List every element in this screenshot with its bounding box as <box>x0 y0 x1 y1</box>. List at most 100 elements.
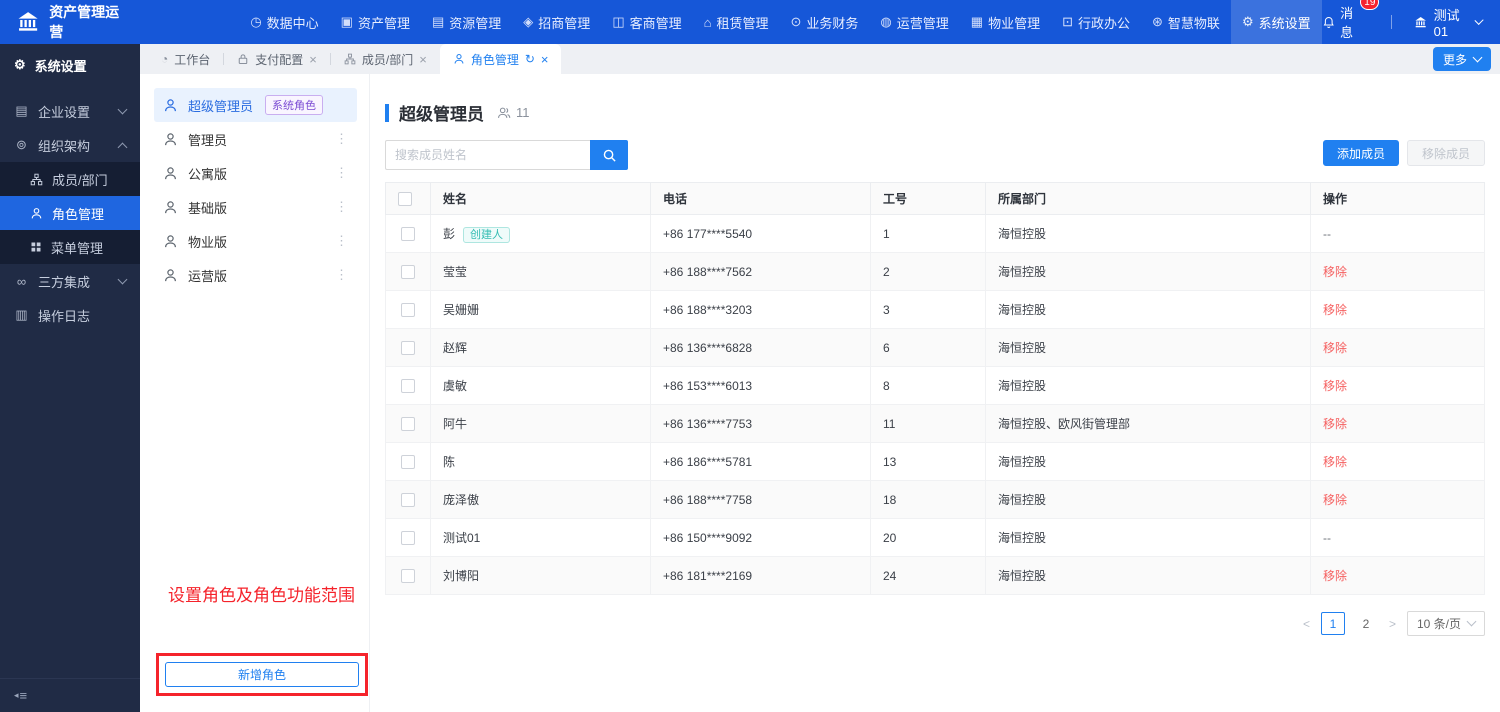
page-number-1[interactable]: 1 <box>1320 612 1345 635</box>
monitor-icon: ⊡ <box>1062 14 1073 29</box>
navbar-right: 消息 19 测试01 <box>1322 0 1500 41</box>
member-name: 莹莹 <box>430 252 651 291</box>
tab-members-departments[interactable]: 成员/部门 × <box>331 44 440 74</box>
role-item-property[interactable]: 物业版 ⋮ <box>154 224 357 258</box>
table-row: 陈 +86 186****5781 13 海恒控股 移除 <box>385 442 1485 481</box>
role-options-icon[interactable]: ⋮ <box>335 267 348 283</box>
remove-member-link[interactable]: 移除 <box>1323 379 1347 393</box>
nav-item-operation-mgmt[interactable]: ◍ 运营管理 <box>869 0 959 44</box>
pagination: < 1 2 > 10 条/页 <box>385 611 1485 636</box>
member-emp-id: 2 <box>870 252 986 291</box>
tab-role-management[interactable]: 角色管理 ↻ × <box>439 44 562 74</box>
chevron-down-icon <box>1466 616 1477 627</box>
nav-item-system-settings[interactable]: ⚙ 系统设置 <box>1230 0 1322 44</box>
sidebar-item-third-party-integration[interactable]: ∞ 三方集成 <box>0 264 140 298</box>
search-button[interactable] <box>590 140 628 170</box>
sidebar-item-company-settings[interactable]: ▤ 企业设置 <box>0 94 140 128</box>
row-checkbox[interactable] <box>401 378 415 393</box>
sidebar-collapse-button[interactable]: ◂ ≡ <box>0 678 140 712</box>
nav-item-invest-mgmt[interactable]: ◈ 招商管理 <box>512 0 601 44</box>
nav-item-merchant-mgmt[interactable]: ◫ 客商管理 <box>601 0 692 44</box>
member-main-panel: 超级管理员 11 添加成员 移除成员 <box>370 74 1500 712</box>
row-checkbox[interactable] <box>401 226 415 241</box>
close-icon[interactable]: × <box>541 52 549 67</box>
remove-member-button[interactable]: 移除成员 <box>1406 140 1485 166</box>
table-row: 吴姗姗 +86 188****3203 3 海恒控股 移除 <box>385 290 1485 329</box>
house-icon: ⌂ <box>703 14 712 30</box>
nav-item-data-center[interactable]: ◷ 数据中心 <box>239 0 329 44</box>
member-phone: +86 136****7753 <box>650 404 871 443</box>
role-item-basic[interactable]: 基础版 ⋮ <box>154 190 357 224</box>
row-checkbox[interactable] <box>401 530 415 545</box>
more-tabs-button[interactable]: 更多 <box>1432 47 1491 71</box>
bank-logo-icon <box>18 12 38 31</box>
tab-payment-config[interactable]: 支付配置 × <box>224 44 330 74</box>
search-member-input[interactable] <box>385 140 590 170</box>
remove-member-link[interactable]: 移除 <box>1323 493 1347 507</box>
role-list-panel: 超级管理员 系统角色 管理员 ⋮ 公寓版 ⋮ 基础版 ⋮ 物业版 ⋮ 运营版 ⋮… <box>140 74 370 712</box>
nav-item-property-mgmt[interactable]: ▦ 物业管理 <box>960 0 1051 44</box>
next-page-button[interactable]: > <box>1387 617 1398 631</box>
role-item-super-admin[interactable]: 超级管理员 系统角色 <box>154 88 357 122</box>
remove-member-link[interactable]: 移除 <box>1323 265 1347 279</box>
row-checkbox[interactable] <box>401 492 415 507</box>
tab-workbench[interactable]: ◔ 工作台 <box>148 44 223 74</box>
close-icon[interactable]: × <box>419 52 427 67</box>
add-role-button[interactable]: 新增角色 <box>165 662 359 687</box>
role-options-icon[interactable]: ⋮ <box>335 233 348 249</box>
nav-label: 业务财务 <box>806 15 859 31</box>
nav-item-admin-office[interactable]: ⊡ 行政办公 <box>1051 0 1141 44</box>
page-number-2[interactable]: 2 <box>1354 612 1378 635</box>
row-checkbox[interactable] <box>401 416 415 431</box>
role-options-icon[interactable]: ⋮ <box>335 131 348 147</box>
member-department: 海恒控股、欧风街管理部 <box>985 404 1311 443</box>
member-department: 海恒控股 <box>985 328 1311 367</box>
nav-item-smart-iot[interactable]: ⊛ 智慧物联 <box>1141 0 1231 44</box>
member-emp-id: 6 <box>870 328 986 367</box>
person-icon <box>165 200 176 213</box>
table-row: 莹莹 +86 188****7562 2 海恒控股 移除 <box>385 252 1485 291</box>
member-department: 海恒控股 <box>985 480 1311 519</box>
row-checkbox[interactable] <box>401 568 415 583</box>
messages-button[interactable]: 消息 19 <box>1322 0 1380 41</box>
nav-item-finance[interactable]: ⊙ 业务财务 <box>780 0 870 44</box>
nav-label: 智慧物联 <box>1167 15 1220 31</box>
nav-item-asset-mgmt[interactable]: ▣ 资产管理 <box>330 0 421 44</box>
remove-member-link[interactable]: 移除 <box>1323 417 1347 431</box>
navbar-divider <box>1391 15 1393 29</box>
close-icon[interactable]: × <box>309 52 317 67</box>
role-options-icon[interactable]: ⋮ <box>335 199 348 215</box>
remove-member-link[interactable]: 移除 <box>1323 569 1347 583</box>
role-item-operation[interactable]: 运营版 ⋮ <box>154 258 357 292</box>
prev-page-button[interactable]: < <box>1301 617 1312 631</box>
member-department: 海恒控股 <box>985 366 1311 405</box>
row-checkbox[interactable] <box>401 454 415 469</box>
role-item-apartment[interactable]: 公寓版 ⋮ <box>154 156 357 190</box>
nav-item-resource-mgmt[interactable]: ▤ 资源管理 <box>421 0 512 44</box>
refresh-icon[interactable]: ↻ <box>525 52 535 66</box>
add-member-button[interactable]: 添加成员 <box>1322 140 1399 166</box>
row-checkbox[interactable] <box>401 340 415 355</box>
row-checkbox[interactable] <box>401 264 415 279</box>
nav-item-lease-mgmt[interactable]: ⌂ 租赁管理 <box>693 0 780 44</box>
remove-member-link[interactable]: 移除 <box>1323 341 1347 355</box>
member-phone: +86 136****6828 <box>650 328 871 367</box>
role-item-admin[interactable]: 管理员 ⋮ <box>154 122 357 156</box>
search-icon <box>603 149 616 162</box>
sidebar-item-org-structure[interactable]: ⊚ 组织架构 <box>0 128 140 162</box>
row-checkbox[interactable] <box>401 302 415 317</box>
person-icon <box>454 54 464 64</box>
remove-member-link[interactable]: 移除 <box>1323 455 1347 469</box>
select-all-checkbox[interactable] <box>398 191 412 206</box>
role-options-icon[interactable]: ⋮ <box>335 165 348 181</box>
table-row: 彭创建人 +86 177****5540 1 海恒控股 -- <box>385 214 1485 253</box>
sidebar-item-role-management[interactable]: 角色管理 <box>0 196 140 230</box>
sidebar-item-operation-log[interactable]: ▥ 操作日志 <box>0 298 140 332</box>
sidebar-item-menu-management[interactable]: 菜单管理 <box>0 230 140 264</box>
user-menu[interactable]: 测试01 <box>1414 5 1484 39</box>
page-size-select[interactable]: 10 条/页 <box>1406 611 1485 636</box>
sidebar-item-label: 成员/部门 <box>52 172 108 188</box>
chevron-down-icon <box>1472 52 1483 62</box>
sidebar-item-members-departments[interactable]: 成员/部门 <box>0 162 140 196</box>
remove-member-link[interactable]: 移除 <box>1323 303 1347 317</box>
